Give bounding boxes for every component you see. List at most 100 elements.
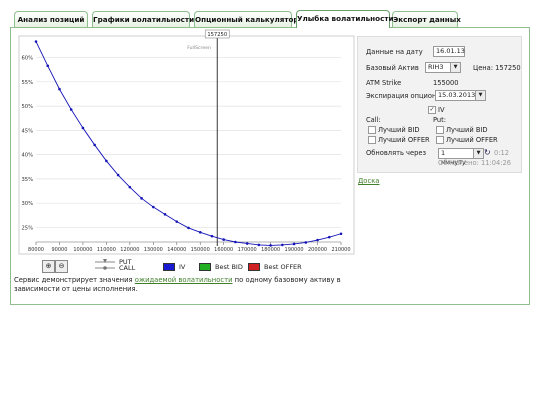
refresh-timer: 0:12	[494, 149, 510, 157]
zoom-out-icon[interactable]: ⊖	[55, 260, 68, 273]
expected-volatility-link[interactable]: ожидаемой волатильности	[135, 276, 233, 284]
x-tick-label: 130000	[144, 247, 163, 253]
iv-data-point	[198, 230, 202, 234]
y-tick-label: 40%	[21, 153, 33, 159]
atm-strike-label: ATM Strike	[366, 79, 402, 87]
x-tick-label: 110000	[97, 247, 116, 253]
iv-data-point	[69, 108, 73, 111]
fullscreen-label: FullScreen	[187, 45, 211, 51]
iv-data-point	[316, 238, 319, 242]
legend-put-call[interactable]: PUT CALL	[95, 259, 135, 271]
service-description: Сервис демонстрирует значения ожидаемой …	[14, 276, 354, 294]
last-updated: Обновлено: 11:04:26	[438, 159, 512, 167]
refresh-interval-select[interactable]: 1 минуту ▼	[438, 148, 484, 166]
chart-canvas: 25% 30% 35% 40% 45% 50% 55% 60% 80000 90000 100000…	[18, 29, 355, 255]
iv-data-point	[187, 226, 190, 230]
put-best-offer-label: Лучший OFFER	[446, 136, 498, 144]
put-call-marker-icon	[95, 259, 115, 270]
call-label: Call:	[366, 116, 381, 124]
date-input[interactable]: 16.01.13	[433, 46, 465, 57]
iv-data-point	[140, 197, 143, 200]
chevron-down-icon: ▼	[450, 63, 460, 72]
board-link[interactable]: Доска	[358, 177, 379, 185]
call-best-offer-checkbox[interactable]	[368, 136, 376, 144]
x-tick-label: 210000	[331, 247, 350, 253]
put-best-bid-label: Лучший BID	[446, 126, 488, 134]
description-text: Сервис демонстрирует значения	[14, 276, 135, 284]
x-tick-label: 120000	[120, 247, 139, 253]
put-label: Put:	[433, 116, 447, 124]
x-tick-label: 180000	[261, 247, 280, 253]
legend-best-bid-label: Best BID	[215, 263, 243, 271]
iv-data-point	[304, 241, 308, 244]
volatility-smile-chart: 25% 30% 35% 40% 45% 50% 55% 60% 80000 90000 100000…	[18, 29, 355, 289]
iv-data-point	[245, 242, 249, 245]
zoom-in-icon[interactable]: ⊕	[42, 260, 55, 273]
refresh-label: Обновлять через	[366, 149, 427, 157]
put-best-offer-checkbox[interactable]	[436, 136, 444, 144]
x-tick-label: 170000	[238, 247, 257, 253]
x-tick-label: 190000	[285, 247, 304, 253]
expiry-value: 15.03.2013	[438, 91, 476, 99]
iv-checkbox-label: IV	[438, 106, 445, 114]
tab-position-analysis[interactable]: Анализ позиций	[14, 11, 88, 27]
iv-data-point	[46, 64, 50, 68]
y-tick-label: 60%	[21, 56, 33, 62]
atm-strike-value: 155000	[433, 79, 459, 87]
iv-data-point	[292, 242, 296, 246]
y-tick-label: 50%	[21, 104, 33, 110]
legend-call-label: CALL	[119, 264, 136, 272]
iv-data-point	[175, 220, 179, 223]
expiry-select[interactable]: 15.03.2013 ▼	[435, 90, 486, 101]
x-tick-label: 90000	[52, 247, 68, 253]
iv-data-point	[222, 238, 225, 241]
legend-best-bid[interactable]: Best BID	[199, 261, 243, 273]
x-tick-label: 160000	[214, 247, 233, 253]
legend-iv[interactable]: IV	[163, 261, 185, 273]
tab-volatility-charts[interactable]: Графики волатильности	[92, 11, 194, 27]
chart-legend: PUT CALL IV Best BID Best OFFER	[95, 259, 355, 277]
iv-data-point	[163, 213, 167, 216]
iv-data-point	[58, 87, 61, 91]
iv-checkbox[interactable]: ✓	[428, 106, 436, 114]
y-tick-label: 45%	[21, 128, 33, 134]
legend-iv-label: IV	[179, 263, 186, 271]
atm-marker-label: 157250	[207, 32, 227, 38]
date-label: Данные на дату	[366, 48, 423, 56]
iv-data-point	[234, 240, 237, 244]
base-asset-select[interactable]: RIH3 ▼	[425, 62, 461, 73]
refresh-icon[interactable]: ↻	[484, 148, 491, 157]
expiry-label: Экспирация опционов	[366, 92, 445, 100]
x-tick-label: 80000	[28, 247, 44, 253]
call-best-bid-label: Лучший BID	[378, 126, 420, 134]
controls-panel: Данные на дату 16.01.13 Базовый Актив RI…	[357, 36, 522, 173]
legend-best-offer[interactable]: Best OFFER	[248, 261, 302, 273]
base-price: Цена: 157250	[473, 64, 521, 72]
tab-option-calculator[interactable]: Опционный калькулятор	[194, 11, 299, 27]
x-tick-label: 150000	[191, 247, 210, 253]
iv-data-point	[269, 244, 272, 247]
put-best-bid-checkbox[interactable]	[436, 126, 444, 134]
y-tick-label: 25%	[21, 225, 33, 231]
iv-data-point	[281, 243, 284, 247]
iv-data-point	[152, 205, 155, 209]
plot-area	[18, 35, 355, 255]
x-tick-label: 100000	[73, 247, 92, 253]
tab-data-export[interactable]: Экспорт данных	[392, 11, 461, 27]
iv-swatch	[163, 263, 175, 271]
y-tick-label: 30%	[21, 201, 33, 207]
iv-data-point	[116, 173, 120, 177]
iv-data-point	[210, 234, 214, 238]
iv-data-point	[327, 235, 331, 239]
base-asset-label: Базовый Актив	[366, 64, 419, 72]
x-tick-label: 140000	[167, 247, 186, 253]
y-tick-label: 35%	[21, 177, 33, 183]
iv-data-point	[339, 232, 343, 236]
call-best-bid-checkbox[interactable]	[368, 126, 376, 134]
tab-volatility-smile[interactable]: Улыбка волатильности	[296, 10, 394, 28]
legend-best-offer-label: Best OFFER	[264, 263, 302, 271]
base-asset-value: RIH3	[428, 63, 444, 71]
iv-data-point	[105, 159, 108, 163]
y-tick-label: 55%	[21, 80, 33, 86]
chevron-down-icon: ▼	[475, 91, 485, 100]
